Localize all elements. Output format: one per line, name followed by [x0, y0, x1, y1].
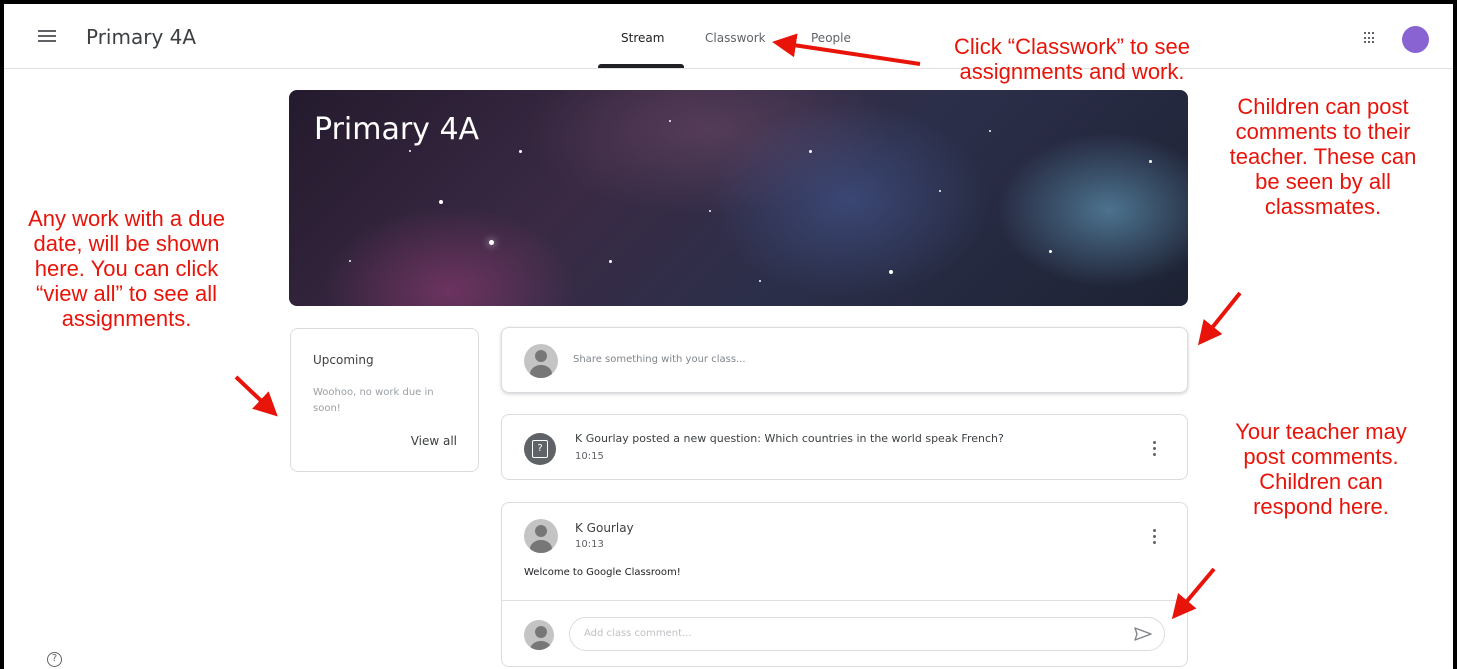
user-avatar — [524, 344, 558, 378]
banner-title: Primary 4A — [314, 112, 480, 147]
apps-grid-icon[interactable] — [1364, 32, 1376, 44]
tab-classwork[interactable]: Classwork — [705, 31, 766, 45]
more-options-icon[interactable] — [1153, 441, 1157, 459]
annotation-classwork: Click “Classwork” to see assignments and… — [954, 34, 1190, 84]
annotation-due-work: Any work with a due date, will be shown … — [28, 206, 225, 331]
active-tab-indicator — [598, 64, 684, 68]
tab-stream[interactable]: Stream — [621, 31, 664, 45]
question-title[interactable]: K Gourlay posted a new question: Which c… — [575, 432, 1004, 445]
post-author: K Gourlay — [575, 521, 634, 535]
class-comment-input[interactable]: Add class comment... — [569, 617, 1165, 651]
divider — [502, 600, 1187, 601]
question-post[interactable]: ? K Gourlay posted a new question: Which… — [501, 414, 1188, 480]
question-time: 10:15 — [575, 451, 604, 462]
class-title[interactable]: Primary 4A — [86, 25, 196, 49]
top-bar: Primary 4A Stream Classwork People — [4, 4, 1453, 69]
annotation-comments: Children can post comments to their teac… — [1229, 94, 1417, 219]
question-icon: ? — [524, 433, 556, 465]
upcoming-message: Woohoo, no work due in soon! — [313, 387, 434, 414]
annotation-teacher: Your teacher may post comments. Children… — [1235, 419, 1407, 519]
commenter-avatar — [524, 620, 554, 650]
post-time: 10:13 — [575, 539, 604, 550]
share-box[interactable]: Share something with your class... — [501, 327, 1188, 393]
tab-people[interactable]: People — [811, 31, 851, 45]
menu-icon[interactable] — [38, 30, 56, 42]
send-icon[interactable] — [1134, 627, 1152, 641]
post-body: Welcome to Google Classroom! — [524, 567, 681, 578]
upcoming-card: Upcoming Woohoo, no work due in soon! Vi… — [290, 328, 479, 472]
share-placeholder: Share something with your class... — [573, 354, 746, 365]
comment-placeholder: Add class comment... — [584, 628, 692, 639]
author-avatar — [524, 519, 558, 553]
view-all-link[interactable]: View all — [411, 434, 457, 448]
help-icon[interactable]: ? — [47, 652, 62, 667]
more-options-icon[interactable] — [1153, 529, 1157, 547]
account-avatar[interactable] — [1402, 26, 1429, 53]
announcement-post: K Gourlay 10:13 Welcome to Google Classr… — [501, 502, 1188, 667]
class-banner: Primary 4A — [289, 90, 1188, 306]
upcoming-title: Upcoming — [313, 353, 374, 367]
